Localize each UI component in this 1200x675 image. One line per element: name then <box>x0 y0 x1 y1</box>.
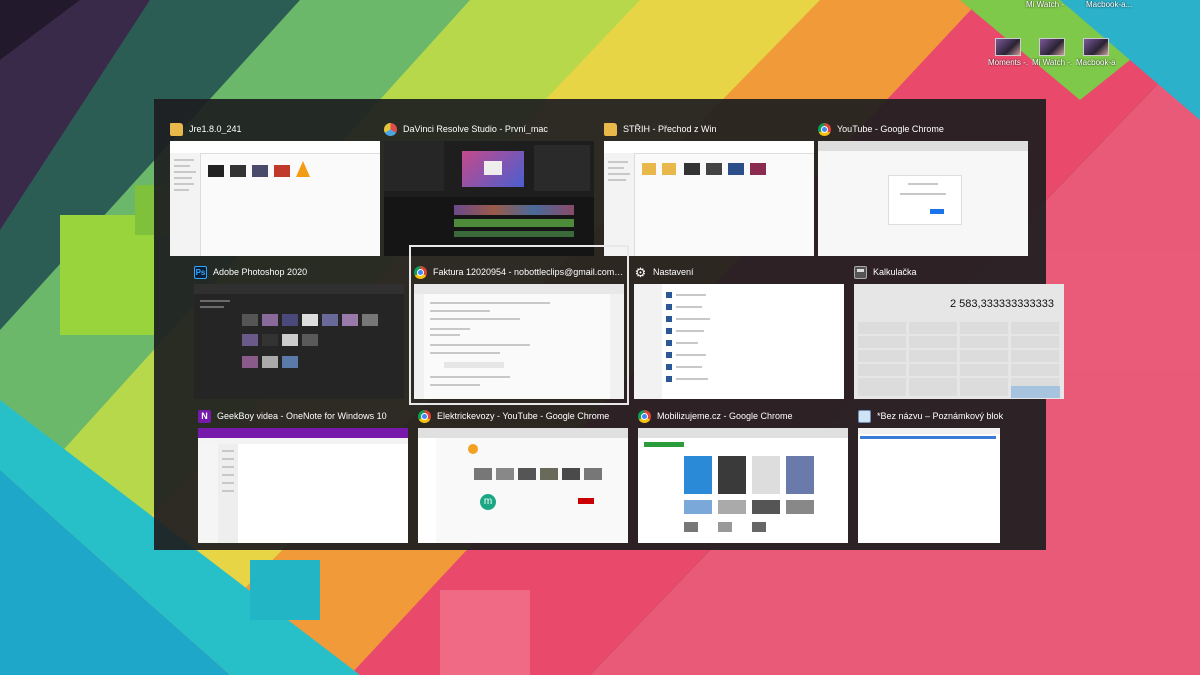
video-thumbnail-icon <box>1039 38 1065 56</box>
tile-header: *Bez názvu – Poznámkový blok <box>858 408 1068 424</box>
video-thumbnail-icon <box>995 38 1021 56</box>
window-preview <box>414 284 624 399</box>
tile-header: YouTube - Google Chrome <box>818 121 1028 137</box>
tile-title: Kalkulačka <box>873 267 917 277</box>
tile-title: DaVinci Resolve Studio - První_mac <box>403 124 548 134</box>
window-tile-davinci[interactable]: DaVinci Resolve Studio - První_mac <box>384 107 594 257</box>
window-tile-notepad[interactable]: *Bez názvu – Poznámkový blok <box>858 394 1068 544</box>
desktop-icon-label: Moments -... <box>988 58 1028 67</box>
window-preview <box>198 428 408 543</box>
window-preview <box>638 428 848 543</box>
window-tile-photoshop[interactable]: Ps Adobe Photoshop 2020 <box>194 250 404 400</box>
tile-header: Faktura 12020954 - nobottleclips@gmail.c… <box>414 264 624 280</box>
davinci-resolve-icon <box>384 122 397 136</box>
desktop-icons: Mi Watch - Macbook-a... Moments -... Mi … <box>988 0 1194 70</box>
window-preview: 2 583,333333333333 <box>854 284 1064 399</box>
tile-header: Ps Adobe Photoshop 2020 <box>194 264 404 280</box>
tile-header: Jre1.8.0_241 <box>170 121 380 137</box>
desktop-icon-label: Macbook-a... <box>1076 58 1116 67</box>
tile-header: ⚙ Nastavení <box>634 264 844 280</box>
window-tile-strih-folder[interactable]: STŘIH - Přechod z Win <box>604 107 814 257</box>
tile-header: Kalkulačka <box>854 264 1064 280</box>
onenote-icon: N <box>198 409 211 423</box>
window-tile-gmail[interactable]: Faktura 12020954 - nobottleclips@gmail.c… <box>409 245 629 405</box>
video-thumbnail-icon <box>1083 38 1109 56</box>
tile-header: DaVinci Resolve Studio - První_mac <box>384 121 594 137</box>
window-tile-jre-folder[interactable]: Jre1.8.0_241 <box>170 107 380 257</box>
task-switcher: Jre1.8.0_241 DaVinci Resolve Studio - Pr… <box>154 99 1064 550</box>
window-preview <box>858 428 1000 543</box>
tile-title: GeekBoy videa - OneNote for Windows 10 <box>217 411 387 421</box>
window-tile-youtube-channel[interactable]: Elektrickevozy - YouTube - Google Chrome… <box>418 394 628 544</box>
calculator-display: 2 583,333333333333 <box>950 298 1054 310</box>
desktop-icon-moments[interactable]: Moments -... <box>988 38 1028 67</box>
tile-title: Faktura 12020954 - nobottleclips@gmail.c… <box>433 267 624 277</box>
window-preview <box>634 284 844 399</box>
tile-header: Elektrickevozy - YouTube - Google Chrome <box>418 408 628 424</box>
desktop-icon-mi-watch[interactable]: Mi Watch -... <box>1032 38 1072 67</box>
window-preview: m <box>418 428 628 543</box>
chrome-icon <box>638 409 651 423</box>
tile-header: STŘIH - Přechod z Win <box>604 121 814 137</box>
tile-header: Mobilizujeme.cz - Google Chrome <box>638 408 848 424</box>
tile-title: Adobe Photoshop 2020 <box>213 267 308 277</box>
desktop-icon-label: Mi Watch -... <box>1032 58 1072 67</box>
tile-title: *Bez názvu – Poznámkový blok <box>877 411 1004 421</box>
photoshop-icon: Ps <box>194 265 207 279</box>
window-preview <box>194 284 404 399</box>
folder-icon <box>604 122 617 136</box>
folder-icon <box>170 122 183 136</box>
window-tile-youtube-signin[interactable]: YouTube - Google Chrome <box>818 107 1028 257</box>
tile-title: STŘIH - Přechod z Win <box>623 124 717 134</box>
tile-title: Elektrickevozy - YouTube - Google Chrome <box>437 411 610 421</box>
window-preview <box>170 141 380 256</box>
window-preview <box>384 141 594 256</box>
calculator-icon <box>854 265 867 279</box>
tile-title: Jre1.8.0_241 <box>189 124 242 134</box>
tile-title: YouTube - Google Chrome <box>837 124 944 134</box>
gear-icon: ⚙ <box>634 264 647 280</box>
window-tile-mobilizujeme[interactable]: Mobilizujeme.cz - Google Chrome <box>638 394 848 544</box>
desktop-icon-macbook[interactable]: Macbook-a... <box>1076 38 1116 67</box>
notepad-icon <box>858 409 871 423</box>
window-tile-onenote[interactable]: N GeekBoy videa - OneNote for Windows 10 <box>198 394 408 544</box>
window-preview <box>818 141 1028 256</box>
chrome-icon <box>418 409 431 423</box>
desktop-label-top-1: Mi Watch - <box>1026 0 1064 9</box>
desktop-label-top-2: Macbook-a... <box>1086 0 1133 9</box>
window-tile-calculator[interactable]: Kalkulačka 2 583,333333333333 <box>854 250 1064 400</box>
chrome-icon <box>818 122 831 136</box>
tile-header: N GeekBoy videa - OneNote for Windows 10 <box>198 408 408 424</box>
tile-title: Mobilizujeme.cz - Google Chrome <box>657 411 793 421</box>
window-preview <box>604 141 814 256</box>
tile-title: Nastavení <box>653 267 694 277</box>
chrome-icon <box>414 265 427 279</box>
window-tile-settings[interactable]: ⚙ Nastavení <box>634 250 844 400</box>
